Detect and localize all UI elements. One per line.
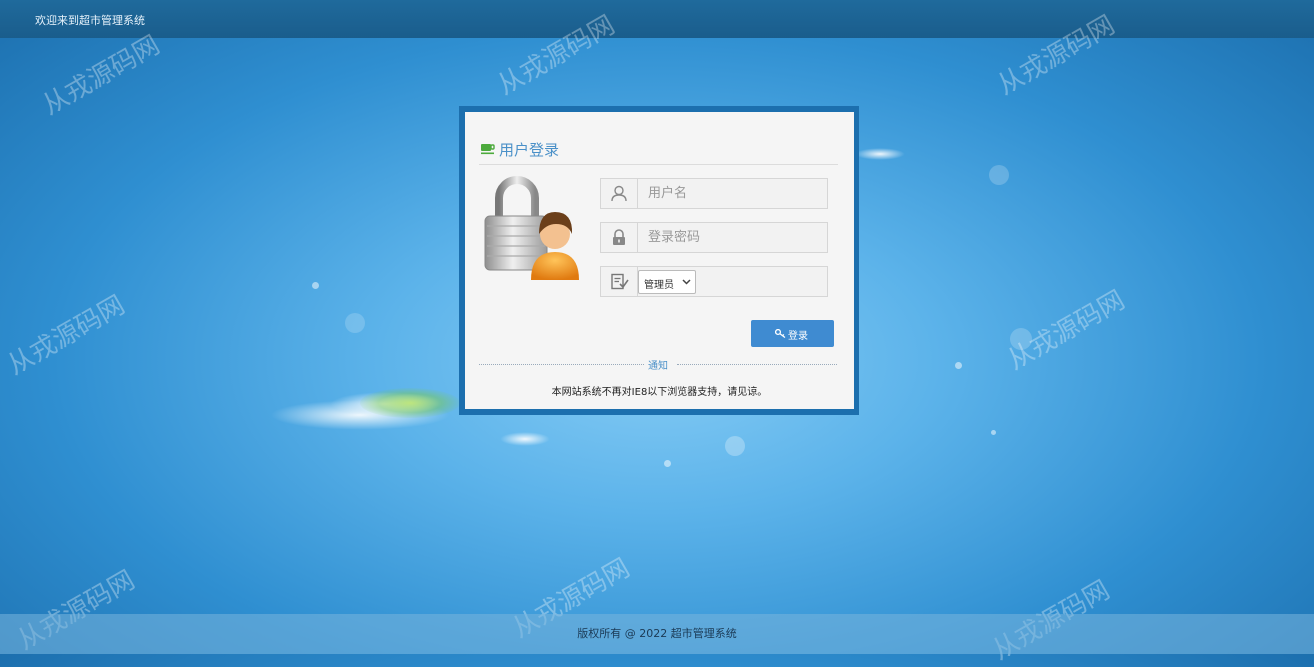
role-select[interactable]: 管理员 (638, 270, 696, 294)
login-title: 用户登录 (499, 141, 560, 159)
role-field: 管理员 (600, 266, 828, 297)
bubble-decoration (989, 165, 1009, 185)
bubble-decoration (725, 436, 745, 456)
notice-divider-right (677, 364, 837, 365)
password-field (600, 222, 828, 253)
notice-divider-left (479, 364, 644, 365)
username-input[interactable] (638, 179, 824, 208)
welcome-text: 欢迎来到超市管理系统 (35, 14, 145, 27)
username-field (600, 178, 828, 209)
footer: 版权所有 @ 2022 超市管理系统 (0, 614, 1314, 654)
lock-icon-box (601, 223, 638, 252)
key-icon (775, 329, 786, 338)
user-icon (611, 185, 627, 202)
login-button[interactable]: 登录 (751, 320, 834, 347)
bubble-decoration (345, 313, 365, 333)
login-panel: 用户登录 用户名 管理员 登录 通知 本网站系统不再对IE8以下浏览器支持，请见… (465, 112, 854, 409)
role-select-value: 管理员 (644, 280, 674, 291)
checklist-edit-icon (611, 273, 629, 290)
bubble-decoration (991, 430, 996, 435)
bubble-decoration (312, 282, 319, 289)
island-decoration (360, 388, 460, 418)
notice-label: 通知 (648, 361, 668, 372)
chevron-down-icon (682, 279, 691, 285)
login-header: 用户登录 (479, 138, 838, 165)
login-button-label: 登录 (788, 331, 808, 342)
bubble-decoration (955, 362, 962, 369)
coffee-cup-icon (481, 144, 495, 155)
lock-icon (613, 229, 625, 245)
copyright-text: 版权所有 @ 2022 超市管理系统 (577, 627, 737, 640)
padlock-user-illustration (484, 176, 579, 280)
cloud-decoration (855, 148, 905, 160)
watermark: 从戎源码网 (2, 290, 131, 382)
notice-text: 本网站系统不再对IE8以下浏览器支持，请见谅。 (551, 387, 768, 398)
bubble-decoration (664, 460, 671, 467)
cloud-decoration (500, 432, 550, 446)
password-input[interactable] (638, 223, 824, 252)
watermark: 从戎源码网 (37, 30, 166, 122)
checklist-icon-box (601, 267, 638, 296)
user-icon-box (601, 179, 638, 208)
